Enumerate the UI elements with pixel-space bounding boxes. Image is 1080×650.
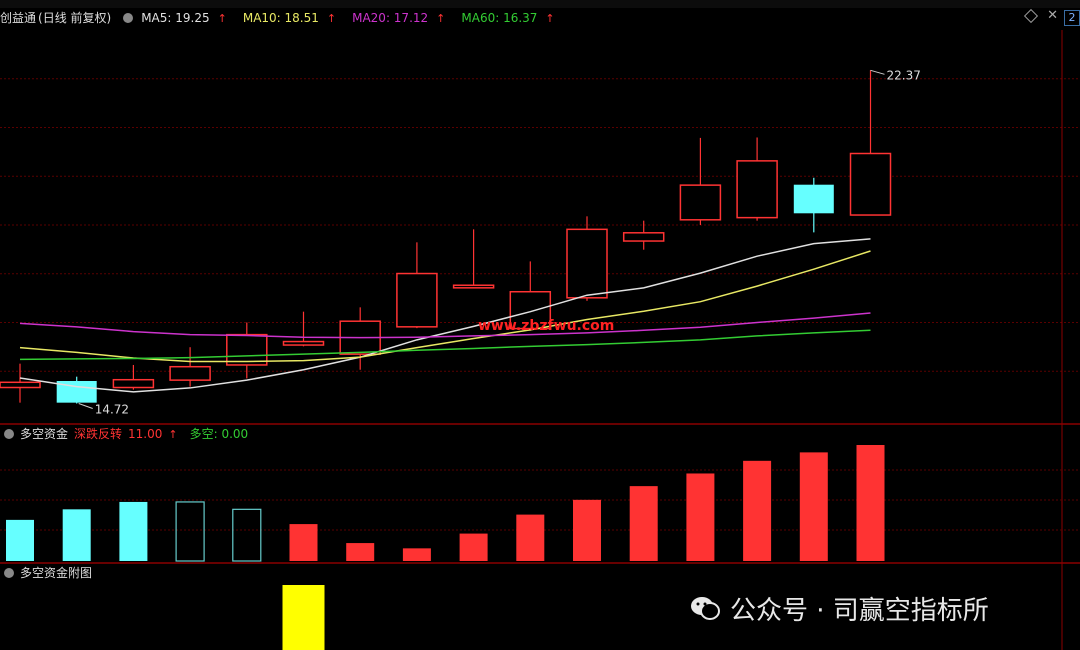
fund-bar <box>232 508 262 562</box>
candle-body <box>282 340 325 346</box>
candle-body <box>396 272 438 328</box>
ma-line-ma5 <box>19 238 871 393</box>
low-pointer <box>78 403 93 410</box>
candle-body <box>169 365 211 381</box>
panel3-header: 多空资金附图 <box>0 564 98 582</box>
high-price-label: 22.37 <box>887 68 921 82</box>
settings-icon[interactable] <box>4 568 14 578</box>
fund-bar <box>119 501 148 561</box>
low-price-label: 14.72 <box>95 403 129 417</box>
wechat-watermark: 公众号 · 司赢空指标所 <box>690 588 989 628</box>
fund-bar <box>346 543 375 561</box>
wechat-watermark-text: 公众号 · 司赢空指标所 <box>730 595 989 626</box>
panel2-header: 多空资金 深跌反转 11.00 ↑ 多空: 0.00 <box>0 425 254 443</box>
site-watermark: www.zbzfwu.com <box>478 318 614 334</box>
fund-bar <box>62 509 91 561</box>
candle-body <box>679 184 722 221</box>
wechat-icon <box>690 595 720 621</box>
aux-bar <box>282 585 325 650</box>
candle-body <box>793 184 834 214</box>
fund-bar <box>686 473 715 561</box>
panel2-signal-value: 11.00 ↑ <box>128 427 178 441</box>
fund-bar <box>459 533 488 561</box>
candle-body <box>736 160 778 219</box>
panel2-signal: 深跌反转 <box>74 427 123 441</box>
fund-bar <box>289 524 318 561</box>
fund-bar <box>743 460 772 561</box>
panel2-duokong: 多空: 0.00 <box>189 427 249 441</box>
panel2-title: 多空资金 <box>20 427 69 441</box>
candle-body <box>226 333 268 366</box>
fund-bar <box>573 499 601 561</box>
high-pointer <box>870 69 885 75</box>
candle-body <box>0 381 41 389</box>
fund-bar <box>6 519 34 561</box>
fund-bar <box>629 486 658 561</box>
fund-bar <box>175 501 205 562</box>
fund-bar <box>856 445 885 561</box>
chart-canvas: 22.37 14.72 www.zbzfwu.com <box>0 30 1080 650</box>
fund-bar <box>402 548 431 561</box>
fund-bar <box>516 514 545 561</box>
fund-bar <box>799 452 828 561</box>
ma-line-ma10 <box>19 250 871 363</box>
candle-body <box>849 152 892 216</box>
ma-line-ma20 <box>19 312 871 339</box>
ma-line-ma60 <box>19 329 871 361</box>
candle-body <box>566 228 608 299</box>
candle-body <box>452 284 495 289</box>
panel3-title: 多空资金附图 <box>20 566 93 580</box>
settings-icon[interactable] <box>4 429 14 439</box>
candle-body <box>622 232 665 242</box>
candle-body <box>112 378 155 389</box>
